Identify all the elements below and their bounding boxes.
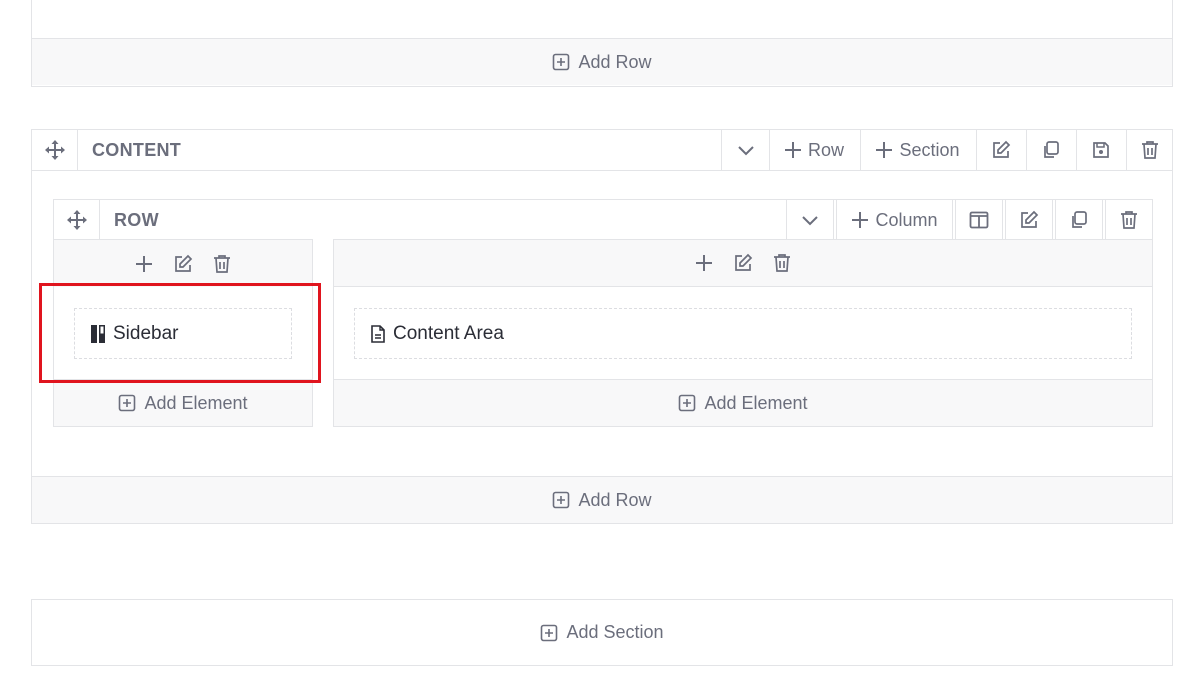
plus-square-icon xyxy=(678,394,696,412)
content-area-element[interactable]: Content Area xyxy=(354,308,1132,359)
collapse-section-button[interactable] xyxy=(721,130,769,170)
plus-icon xyxy=(852,212,869,228)
plus-icon[interactable] xyxy=(695,254,713,272)
top-section: Add Row xyxy=(31,0,1173,87)
trash-icon[interactable] xyxy=(773,253,791,273)
collapse-row-button[interactable] xyxy=(786,200,834,240)
add-row-button[interactable]: Add Row xyxy=(32,38,1172,85)
plus-icon[interactable] xyxy=(135,255,153,273)
copy-icon xyxy=(1072,211,1087,228)
edit-icon xyxy=(992,140,1010,158)
plus-square-icon xyxy=(540,624,558,642)
edit-icon[interactable] xyxy=(173,254,193,274)
edit-row-button[interactable] xyxy=(1005,200,1053,240)
add-row-label: Add Row xyxy=(578,489,652,510)
highlight-box xyxy=(39,283,321,383)
document-icon xyxy=(371,324,385,343)
duplicate-section-button[interactable] xyxy=(1026,130,1074,170)
move-icon xyxy=(44,140,65,160)
content-area-element-label: Content Area xyxy=(393,322,504,344)
row-title: ROW xyxy=(114,210,159,230)
copy-icon xyxy=(1043,141,1059,158)
plus-icon xyxy=(876,142,893,158)
save-section-button[interactable] xyxy=(1076,130,1124,170)
add-column-button[interactable]: Column xyxy=(836,200,953,240)
column-button-label: Column xyxy=(875,209,938,230)
columns-layout-icon xyxy=(969,211,989,229)
add-row-toolbar-button[interactable]: Row xyxy=(769,130,858,170)
add-element-button[interactable]: Add Element xyxy=(334,379,1152,426)
add-section-toolbar-button[interactable]: Section xyxy=(860,130,974,170)
add-row-label: Add Row xyxy=(578,51,652,72)
move-icon xyxy=(66,210,87,230)
row-drag-handle[interactable] xyxy=(54,200,100,240)
delete-section-button[interactable] xyxy=(1126,130,1172,170)
row-button-label: Row xyxy=(807,139,844,160)
add-section-button[interactable]: Add Section xyxy=(31,599,1173,666)
plus-square-icon xyxy=(118,394,136,412)
add-element-label: Add Element xyxy=(144,392,248,413)
section-title: CONTENT xyxy=(92,140,182,160)
delete-row-button[interactable] xyxy=(1105,200,1153,240)
save-icon xyxy=(1092,142,1109,158)
trash-icon xyxy=(1121,211,1137,229)
chevron-down-icon xyxy=(802,216,818,226)
section-header: CONTENT Row Section xyxy=(32,130,1172,171)
section-button-label: Section xyxy=(899,139,960,160)
add-row-button[interactable]: Add Row xyxy=(32,476,1172,523)
column-toolbar xyxy=(54,240,312,287)
trash-icon[interactable] xyxy=(213,254,231,274)
add-element-label: Add Element xyxy=(704,392,808,413)
edit-icon xyxy=(1021,210,1039,228)
chevron-down-icon xyxy=(737,146,754,156)
trash-icon xyxy=(1141,141,1158,159)
section-drag-handle[interactable] xyxy=(32,130,78,170)
column-content-area: Content Area Add Element xyxy=(333,239,1153,427)
add-element-button[interactable]: Add Element xyxy=(54,379,312,426)
edit-icon[interactable] xyxy=(733,253,753,273)
edit-section-button[interactable] xyxy=(976,130,1024,170)
plus-square-icon xyxy=(552,53,570,71)
layout-row-button[interactable] xyxy=(955,200,1003,240)
duplicate-row-button[interactable] xyxy=(1055,200,1103,240)
row-header: ROW Column xyxy=(53,199,1153,240)
column-toolbar xyxy=(334,240,1152,287)
plus-square-icon xyxy=(552,491,570,509)
plus-icon xyxy=(784,142,801,158)
add-section-label: Add Section xyxy=(566,622,664,642)
